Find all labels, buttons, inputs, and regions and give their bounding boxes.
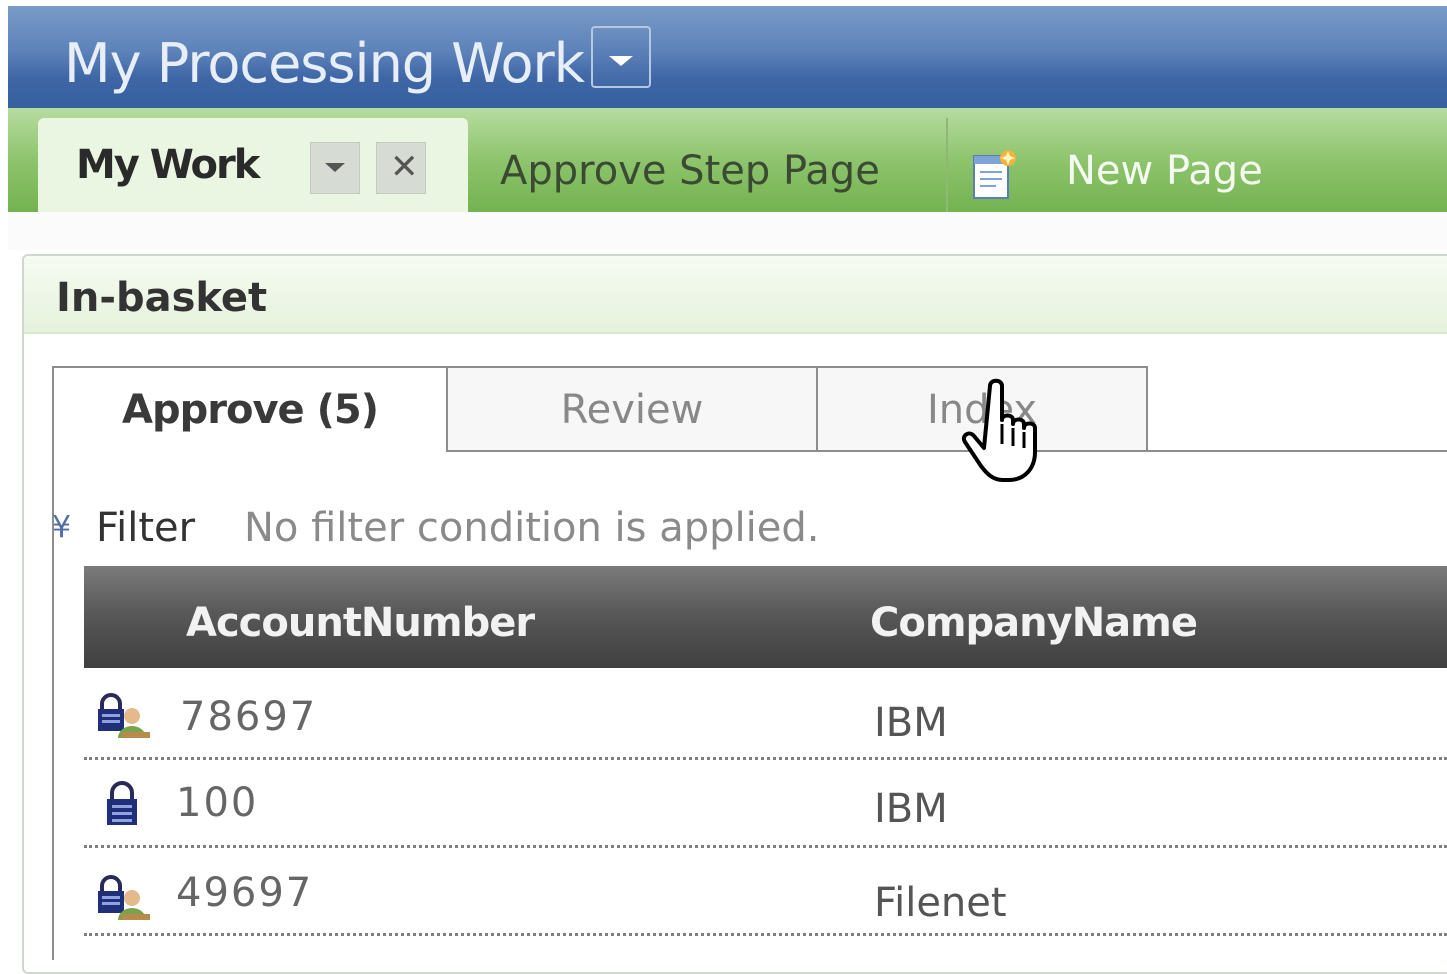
new-page-icon (973, 150, 1016, 199)
tab-new-page[interactable]: New Page (948, 118, 1348, 212)
column-header-company-name[interactable]: CompanyName (870, 598, 1198, 648)
tab-my-work[interactable]: My Work ✕ (38, 118, 468, 212)
tab-close-button[interactable]: ✕ (376, 142, 426, 194)
title-bar: My Processing Work (8, 6, 1447, 108)
page-tab-bar: My Work ✕ Approve Step Page New Page (8, 108, 1447, 212)
cell-company-name: IBM (874, 786, 948, 832)
table-row[interactable]: 49697 Filenet (84, 848, 1447, 936)
locked-user-icon (98, 875, 150, 920)
close-icon: ✕ (390, 147, 419, 187)
filter-toggle[interactable]: Filter (96, 500, 195, 556)
column-header-account-number[interactable]: AccountNumber (186, 598, 535, 648)
tab-menu-button[interactable] (310, 142, 360, 194)
content-top-spacer (8, 212, 1447, 250)
hand-cursor-icon (962, 378, 1037, 482)
tab-strip-divider (1146, 450, 1447, 452)
table-row[interactable]: 100 IBM (84, 760, 1447, 848)
app-title: My Processing Work (64, 32, 585, 95)
tab-label: New Page (1066, 148, 1263, 194)
cell-account-number: 49697 (176, 870, 314, 916)
locked-user-icon (98, 693, 150, 738)
cell-company-name: Filenet (874, 880, 1007, 926)
grid-header: AccountNumber CompanyName (84, 566, 1447, 668)
title-dropdown-button[interactable] (591, 26, 651, 88)
lock-icon (107, 781, 137, 825)
cell-account-number: 100 (176, 780, 259, 826)
expand-chevron-icon[interactable]: ¥ (52, 508, 71, 548)
tab-review[interactable]: Review (446, 366, 818, 452)
cell-account-number: 78697 (180, 694, 318, 740)
tab-label: Approve Step Page (500, 148, 880, 194)
tab-approve-step-page[interactable]: Approve Step Page (468, 118, 948, 212)
panel-header: In-basket (24, 256, 1447, 334)
tab-label: My Work (76, 142, 260, 188)
tab-approve[interactable]: Approve (5) (52, 366, 448, 452)
table-row[interactable]: 78697 IBM (84, 672, 1447, 760)
filter-status: No filter condition is applied. (244, 505, 820, 551)
panel-title: In-basket (56, 275, 268, 321)
cell-company-name: IBM (874, 700, 948, 746)
